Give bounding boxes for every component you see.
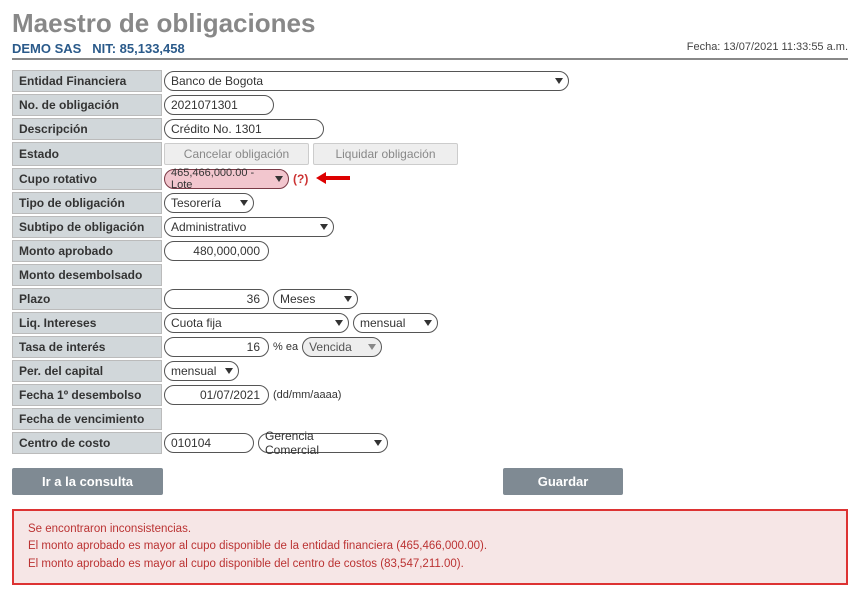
form-grid: Entidad Financiera Banco de Bogota No. d… bbox=[12, 70, 594, 454]
label-entidad: Entidad Financiera bbox=[12, 70, 162, 92]
tasa-modo-value: Vencida bbox=[309, 340, 352, 354]
label-fecha-1-desembolso: Fecha 1º desembolso bbox=[12, 384, 162, 406]
ir-consulta-button[interactable]: Ir a la consulta bbox=[12, 468, 163, 495]
cupo-rotativo-select[interactable]: 465,466,000.00 - Lote bbox=[164, 169, 289, 189]
error-line-1: Se encontraron inconsistencias. bbox=[28, 521, 832, 538]
cupo-rotativo-value: 465,466,000.00 - Lote bbox=[171, 167, 270, 191]
label-per-capital: Per. del capital bbox=[12, 360, 162, 382]
plazo-value: 36 bbox=[247, 292, 260, 306]
subtipo-oblig-value: Administrativo bbox=[171, 220, 246, 234]
monto-desembolsado-value bbox=[164, 264, 594, 286]
fecha-vencimiento-value bbox=[164, 408, 594, 430]
label-centro-costo: Centro de costo bbox=[12, 432, 162, 454]
page-title: Maestro de obligaciones bbox=[12, 8, 848, 39]
subtipo-oblig-select[interactable]: Administrativo bbox=[164, 217, 334, 237]
fecha-desembolso-input[interactable]: 01/07/2021 bbox=[164, 385, 269, 405]
header-bar: DEMO SAS NIT: 85,133,458 Fecha: 13/07/20… bbox=[12, 41, 848, 60]
descripcion-input[interactable]: Crédito No. 1301 bbox=[164, 119, 324, 139]
label-fecha-vencimiento: Fecha de vencimiento bbox=[12, 408, 162, 430]
tasa-input[interactable]: 16 bbox=[164, 337, 269, 357]
liquidar-obligacion-button: Liquidar obligación bbox=[313, 143, 458, 165]
company-info: DEMO SAS NIT: 85,133,458 bbox=[12, 41, 185, 56]
centro-costo-select[interactable]: Gerencia Comercial bbox=[258, 433, 388, 453]
label-tipo-oblig: Tipo de obligación bbox=[12, 192, 162, 214]
label-no-oblig: No. de obligación bbox=[12, 94, 162, 116]
nit-value: 85,133,458 bbox=[120, 41, 185, 56]
entidad-value: Banco de Bogota bbox=[171, 74, 263, 88]
label-estado: Estado bbox=[12, 142, 162, 166]
fecha-value: 13/07/2021 11:33:55 a.m. bbox=[723, 41, 848, 53]
centro-costo-input[interactable]: 010104 bbox=[164, 433, 254, 453]
timestamp: Fecha: 13/07/2021 11:33:55 a.m. bbox=[687, 41, 848, 56]
action-bar: Ir a la consulta Guardar bbox=[12, 468, 848, 495]
label-descripcion: Descripción bbox=[12, 118, 162, 140]
monto-aprobado-value: 480,000,000 bbox=[193, 244, 260, 258]
liq-tipo-select[interactable]: Cuota fija bbox=[164, 313, 349, 333]
no-oblig-input[interactable]: 2021071301 bbox=[164, 95, 274, 115]
tasa-value: 16 bbox=[247, 340, 260, 354]
centro-costo-sel: Gerencia Comercial bbox=[265, 429, 369, 457]
tasa-unit: % ea bbox=[273, 341, 298, 353]
label-plazo: Plazo bbox=[12, 288, 162, 310]
cancelar-obligacion-button: Cancelar obligación bbox=[164, 143, 309, 165]
error-message-box: Se encontraron inconsistencias. El monto… bbox=[12, 509, 848, 585]
descripcion-value: Crédito No. 1301 bbox=[171, 122, 262, 136]
company-name: DEMO SAS bbox=[12, 41, 81, 56]
label-tasa-interes: Tasa de interés bbox=[12, 336, 162, 358]
entidad-select[interactable]: Banco de Bogota bbox=[164, 71, 569, 91]
error-line-2: El monto aprobado es mayor al cupo dispo… bbox=[28, 538, 832, 555]
centro-costo-code: 010104 bbox=[171, 436, 211, 450]
plazo-input[interactable]: 36 bbox=[164, 289, 269, 309]
liq-periodo-value: mensual bbox=[360, 316, 405, 330]
fecha-label: Fecha: bbox=[687, 41, 721, 53]
per-capital-select[interactable]: mensual bbox=[164, 361, 239, 381]
plazo-unit-select[interactable]: Meses bbox=[273, 289, 358, 309]
cupo-help-link[interactable]: (?) bbox=[293, 172, 308, 186]
label-monto-desembolsado: Monto desembolsado bbox=[12, 264, 162, 286]
fecha-format-hint: (dd/mm/aaaa) bbox=[273, 389, 341, 401]
monto-aprobado-input[interactable]: 480,000,000 bbox=[164, 241, 269, 261]
fecha-desembolso-value: 01/07/2021 bbox=[200, 388, 260, 402]
label-liq-intereses: Liq. Intereses bbox=[12, 312, 162, 334]
error-line-3: El monto aprobado es mayor al cupo dispo… bbox=[28, 556, 832, 573]
label-subtipo-oblig: Subtipo de obligación bbox=[12, 216, 162, 238]
guardar-button[interactable]: Guardar bbox=[503, 468, 623, 495]
tasa-modo-select[interactable]: Vencida bbox=[302, 337, 382, 357]
tipo-oblig-select[interactable]: Tesorería bbox=[164, 193, 254, 213]
label-monto-aprobado: Monto aprobado bbox=[12, 240, 162, 262]
nit-label: NIT: bbox=[92, 41, 116, 56]
liq-periodo-select[interactable]: mensual bbox=[353, 313, 438, 333]
no-oblig-value: 2021071301 bbox=[171, 98, 238, 112]
tipo-oblig-value: Tesorería bbox=[171, 196, 221, 210]
liq-tipo-value: Cuota fija bbox=[171, 316, 222, 330]
attention-arrow-icon bbox=[316, 171, 350, 185]
per-capital-value: mensual bbox=[171, 364, 216, 378]
plazo-unit-value: Meses bbox=[280, 292, 315, 306]
label-cupo-rotativo: Cupo rotativo bbox=[12, 168, 162, 190]
